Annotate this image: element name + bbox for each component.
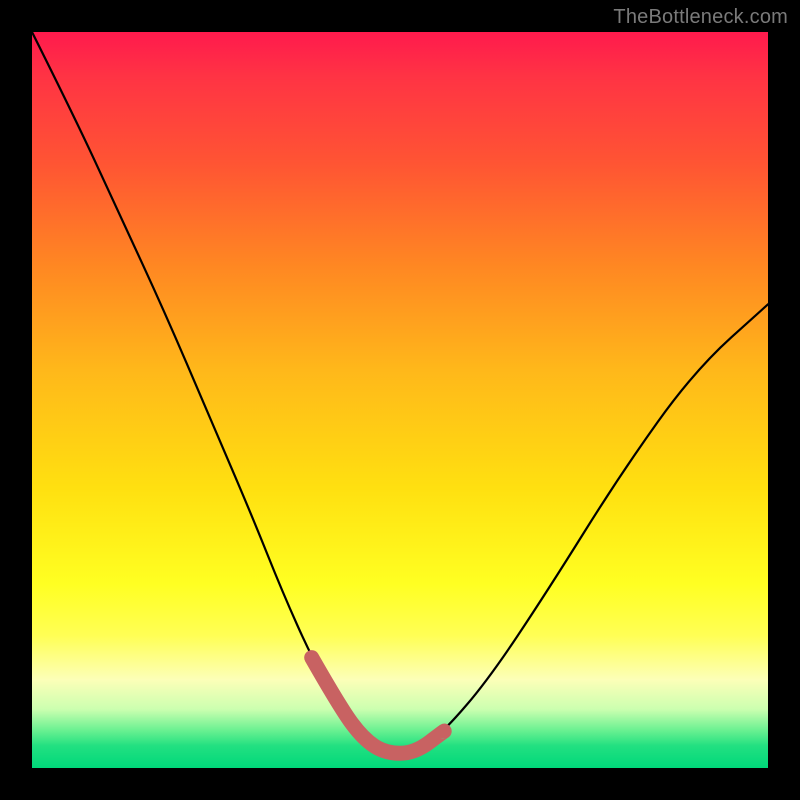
trough-highlight [312, 658, 445, 754]
watermark-text: TheBottleneck.com [613, 6, 788, 29]
v-curve-line [32, 32, 768, 753]
curve-svg [32, 32, 768, 768]
chart-frame: TheBottleneck.com [0, 0, 800, 800]
plot-area [32, 32, 768, 768]
